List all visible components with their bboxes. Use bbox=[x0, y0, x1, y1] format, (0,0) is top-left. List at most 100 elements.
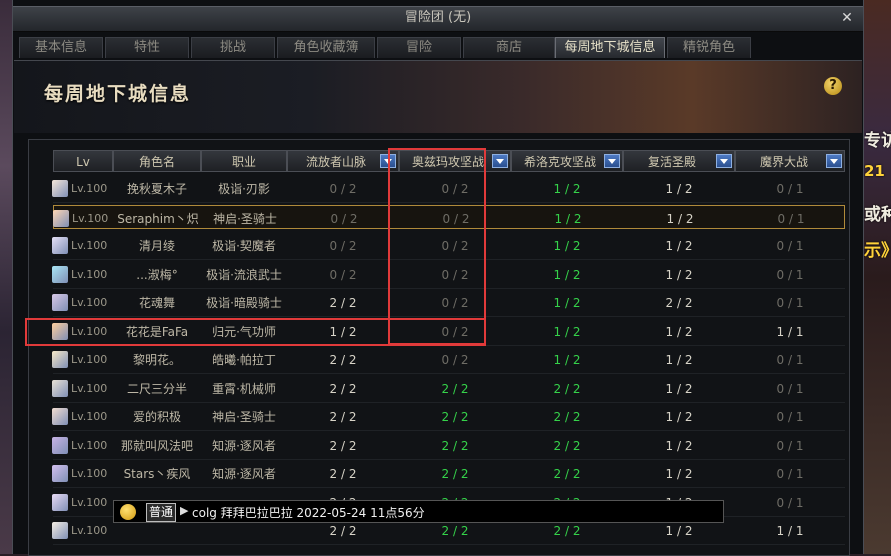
cell-c2: 0 / 2 bbox=[441, 296, 469, 310]
cell-c4: 1 / 2 bbox=[665, 467, 693, 481]
cell-job: 知源·逐风者 bbox=[212, 467, 276, 481]
header-demon-war[interactable]: 魔界大战 bbox=[735, 150, 845, 172]
table-row[interactable]: Lv.100 ...淑梅° 极诣·流浪武士 0 / 2 0 / 2 1 / 2 1 / 2 0… bbox=[52, 262, 845, 289]
cell-c5: 0 / 1 bbox=[776, 353, 804, 367]
table-row[interactable]: Lv.100 二尺三分半 重霄·机械师 2 / 2 2 / 2 2 / 2 1 / 2 0 /… bbox=[52, 376, 845, 403]
background-left bbox=[0, 0, 12, 554]
cell-c2: 2 / 2 bbox=[441, 410, 469, 424]
cell-job: 极诣·刃影 bbox=[218, 182, 270, 196]
cell-c4: 1 / 2 bbox=[666, 211, 694, 226]
tab-shop[interactable]: 商店 bbox=[463, 37, 555, 58]
avatar bbox=[52, 408, 68, 425]
tab-traits[interactable]: 特性 bbox=[105, 37, 189, 58]
cell-lv: Lv.100 bbox=[71, 438, 108, 452]
cell-lv: Lv.100 bbox=[71, 381, 108, 395]
avatar bbox=[52, 465, 68, 482]
edge-text: 专访 bbox=[864, 131, 891, 151]
cell-c5: 0 / 1 bbox=[776, 239, 804, 253]
cell-c2: 0 / 2 bbox=[442, 211, 470, 226]
cell-job: 归元·气功师 bbox=[212, 324, 276, 339]
background-right: 专访 21 或种 示》 bbox=[862, 0, 891, 554]
cell-lv: Lv.100 bbox=[71, 239, 108, 252]
avatar bbox=[52, 322, 68, 340]
cell-c2: 0 / 2 bbox=[441, 353, 469, 367]
header-sirocco[interactable]: 希洛克攻坚战 bbox=[511, 150, 623, 172]
dropdown-icon[interactable] bbox=[492, 154, 508, 168]
cell-c1: 0 / 2 bbox=[329, 267, 357, 282]
chat-channel[interactable]: 普通 bbox=[146, 503, 177, 522]
header-name[interactable]: 角色名 bbox=[113, 150, 201, 172]
table-row[interactable]: Lv.100 花魂舞 极诣·暗殿骑士 2 / 2 0 / 2 1 / 2 2 / 2 0 / … bbox=[52, 290, 845, 317]
header-ozma[interactable]: 奥兹玛攻坚战 bbox=[399, 150, 511, 172]
cell-name: 爱的积极 bbox=[132, 410, 181, 424]
cell-c1: 2 / 2 bbox=[329, 353, 357, 367]
tab-basic-info[interactable]: 基本信息 bbox=[19, 37, 103, 58]
header-exile-mountain[interactable]: 流放者山脉 bbox=[287, 150, 399, 172]
cell-job: 神启·圣骑士 bbox=[213, 211, 277, 226]
avatar bbox=[52, 237, 68, 254]
tab-character-collection[interactable]: 角色收藏簿 bbox=[277, 37, 375, 58]
tab-challenge[interactable]: 挑战 bbox=[191, 37, 275, 58]
header-lv[interactable]: Lv bbox=[53, 150, 113, 172]
cell-c1: 1 / 2 bbox=[329, 324, 357, 339]
table-row[interactable]: Lv.100 挽秋夏木子 极诣·刃影 0 / 2 0 / 2 1 / 2 1 / 2 0 / … bbox=[52, 176, 845, 203]
cell-c1: 0 / 2 bbox=[330, 211, 358, 226]
cell-c5: 0 / 1 bbox=[776, 410, 804, 424]
cell-lv: Lv.100 bbox=[71, 324, 108, 338]
cell-lv: Lv.100 bbox=[71, 353, 108, 366]
cell-name: ...淑梅° bbox=[136, 267, 178, 282]
avatar bbox=[52, 522, 68, 539]
cell-c3: 1 / 2 bbox=[554, 211, 582, 226]
dropdown-icon[interactable] bbox=[716, 154, 732, 168]
cell-name: 挽秋夏木子 bbox=[126, 182, 187, 196]
cell-job: 神启·圣骑士 bbox=[212, 410, 276, 424]
table-row[interactable]: Lv.100 那就叫风法吧 知源·逐风者 2 / 2 2 / 2 2 / 2 1 / 2 0 … bbox=[52, 433, 845, 460]
cell-c4: 1 / 2 bbox=[665, 381, 693, 396]
cell-job: 极诣·暗殿骑士 bbox=[206, 296, 282, 310]
cell-job: 极诣·契魔者 bbox=[212, 239, 276, 253]
cell-name: 花魂舞 bbox=[138, 296, 175, 310]
cell-c2: 0 / 2 bbox=[441, 267, 469, 282]
table-row[interactable]: Lv.100 花花是FaFa 归元·气功师 1 / 2 0 / 2 1 / 2 1 / 2 1… bbox=[52, 319, 845, 346]
cell-c1: 2 / 2 bbox=[329, 381, 357, 396]
tab-adventure[interactable]: 冒险 bbox=[377, 37, 461, 58]
avatar bbox=[52, 493, 68, 511]
cell-lv: Lv.100 bbox=[71, 524, 108, 537]
cell-c1: 2 / 2 bbox=[329, 467, 357, 481]
edge-text: 示》 bbox=[864, 241, 891, 261]
cell-c5: 1 / 1 bbox=[776, 524, 804, 538]
dropdown-icon[interactable] bbox=[604, 154, 620, 168]
table-row[interactable]: Lv.100 爱的积极 神启·圣骑士 2 / 2 2 / 2 2 / 2 1 / 2 0 / … bbox=[52, 404, 845, 431]
help-icon[interactable]: ? bbox=[824, 77, 842, 95]
table-row[interactable]: Lv.100 Stars丶疾风 知源·逐风者 2 / 2 2 / 2 2 / 2 1 / 2… bbox=[52, 461, 845, 488]
cell-c5: 0 / 1 bbox=[776, 182, 804, 196]
avatar bbox=[52, 180, 68, 197]
cell-c4: 1 / 2 bbox=[665, 267, 693, 282]
cell-c3: 2 / 2 bbox=[553, 410, 581, 424]
window-title: 冒险团 (无) bbox=[404, 10, 472, 25]
table-row[interactable]: Lv.100 黎明花。 皓曦·帕拉丁 2 / 2 0 / 2 1 / 2 1 / 2 0 / … bbox=[52, 347, 845, 374]
cell-c4: 1 / 2 bbox=[665, 324, 693, 339]
adventure-team-window: 冒险团 (无) ✕ 基本信息 特性 挑战 角色收藏簿 冒险 商店 每周地下城信息… bbox=[12, 0, 864, 556]
table-row[interactable]: Lv.100 Seraphim丶炽 神启·圣骑士 0 / 2 0 / 2 1 / 2 1 /… bbox=[53, 204, 845, 229]
cell-c1: 2 / 2 bbox=[329, 438, 357, 453]
dropdown-icon[interactable] bbox=[826, 154, 842, 168]
header-job[interactable]: 职业 bbox=[201, 150, 287, 172]
header-revival-temple[interactable]: 复活圣殿 bbox=[623, 150, 735, 172]
chat-bar[interactable]: 普通 ▶ colg 拜拜巴拉巴拉 2022-05-24 11点56分 bbox=[113, 500, 724, 523]
cell-c1: 0 / 2 bbox=[329, 182, 357, 196]
dropdown-icon[interactable] bbox=[380, 154, 396, 168]
avatar bbox=[52, 294, 68, 311]
cell-c5: 0 / 1 bbox=[776, 467, 804, 481]
cell-c2: 0 / 2 bbox=[441, 239, 469, 253]
window-titlebar[interactable]: 冒险团 (无) ✕ bbox=[13, 6, 863, 32]
table-row[interactable]: Lv.100 清月绫 极诣·契魔者 0 / 2 0 / 2 1 / 2 1 / 2 0 / 1 bbox=[52, 233, 845, 260]
cell-job: 知源·逐风者 bbox=[212, 438, 276, 453]
tab-elite-character[interactable]: 精锐角色 bbox=[667, 37, 751, 58]
cell-name: 二尺三分半 bbox=[126, 381, 187, 396]
cell-lv: Lv.100 bbox=[71, 410, 108, 423]
cell-c2: 2 / 2 bbox=[441, 467, 469, 481]
cell-lv: Lv.100 bbox=[71, 467, 108, 480]
tab-weekly-dungeon[interactable]: 每周地下城信息 bbox=[555, 37, 665, 58]
close-button[interactable]: ✕ bbox=[839, 7, 855, 29]
